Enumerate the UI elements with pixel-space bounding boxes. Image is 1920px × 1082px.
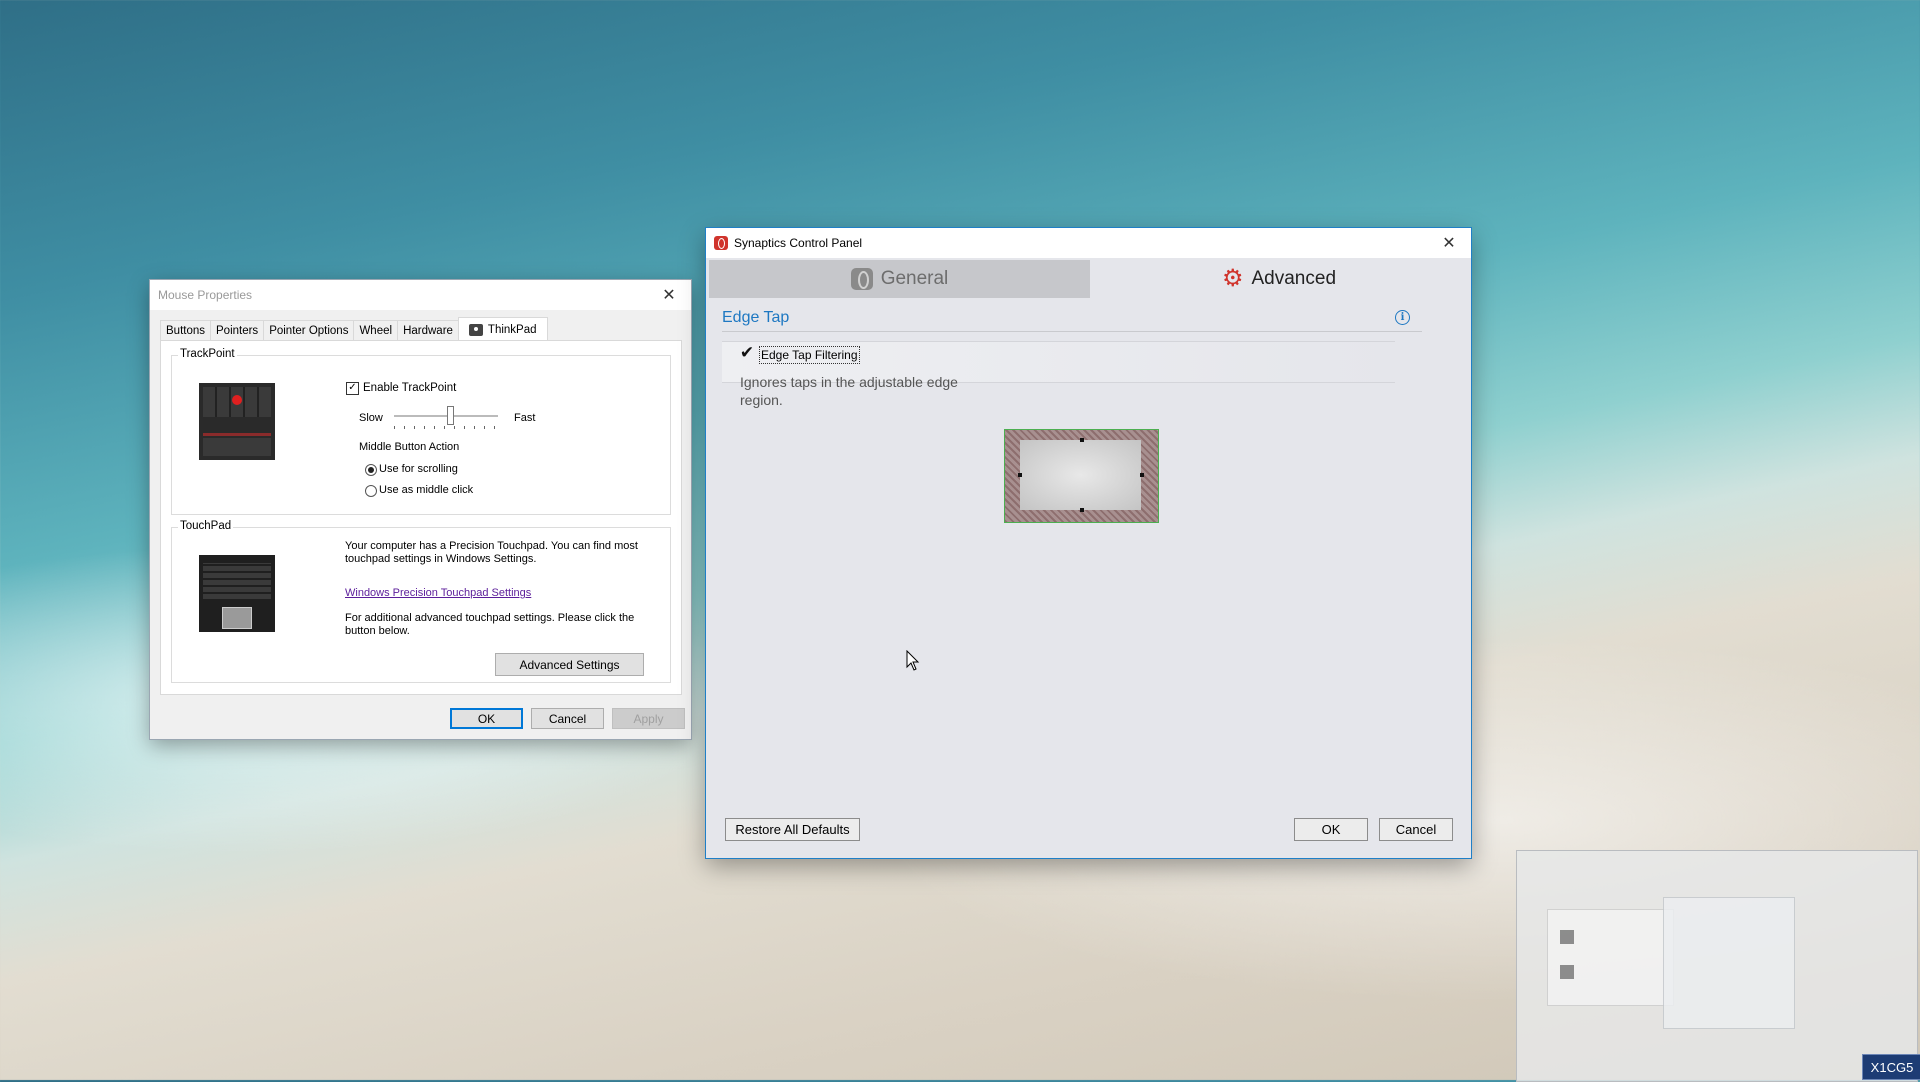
trackpoint-legend: TrackPoint [178, 348, 237, 360]
tab-hardware[interactable]: Hardware [397, 320, 459, 341]
edge-handle-left[interactable] [1018, 473, 1022, 477]
slow-label: Slow [359, 412, 383, 424]
enable-trackpoint-checkbox[interactable]: ✓ [346, 382, 359, 395]
tab-advanced-label: Advanced [1251, 268, 1337, 289]
synaptics-window-title: Synaptics Control Panel [734, 236, 863, 250]
preview-synaptics-window [1663, 897, 1795, 1029]
use-as-middle-click-radio[interactable] [365, 485, 377, 497]
tab-wheel[interactable]: Wheel [353, 320, 399, 341]
windows-precision-touchpad-settings-link[interactable]: Windows Precision Touchpad Settings [345, 587, 531, 599]
touchpad-area [1020, 440, 1141, 510]
mouse-apply-button[interactable]: Apply [612, 708, 685, 729]
machine-badge: X1CG5 [1862, 1054, 1920, 1080]
enable-trackpoint-label: Enable TrackPoint [363, 382, 457, 394]
tab-thinkpad-label: ThinkPad [487, 324, 537, 336]
synaptics-titlebar[interactable]: Synaptics Control Panel ✕ [706, 228, 1471, 258]
advanced-settings-button[interactable]: Advanced Settings [495, 653, 644, 676]
use-for-scrolling-radio[interactable] [365, 464, 377, 476]
synaptics-logo-icon [714, 236, 728, 250]
touchpad-group: TouchPad Your computer has a Precision T… [171, 520, 671, 683]
tab-general-label: General [880, 268, 949, 289]
touchpad-legend: TouchPad [178, 520, 234, 532]
touchpad-image [199, 555, 275, 632]
tab-pointer-options[interactable]: Pointer Options [263, 320, 355, 341]
tab-general[interactable]: General [709, 260, 1090, 298]
close-icon[interactable]: ✕ [647, 280, 691, 310]
speed-slider-thumb[interactable] [447, 406, 454, 425]
edge-handle-right[interactable] [1140, 473, 1144, 477]
mouse-cursor-icon [906, 650, 920, 671]
mouse-titlebar[interactable]: Mouse Properties ✕ [150, 280, 691, 310]
gear-icon: ⚙ [1221, 265, 1244, 292]
tab-advanced[interactable]: ⚙ Advanced [1090, 260, 1468, 298]
edge-handle-top[interactable] [1080, 438, 1084, 442]
fast-label: Fast [514, 412, 536, 424]
section-divider [722, 331, 1422, 332]
edge-tap-description: Ignores taps in the adjustable edge regi… [740, 374, 958, 408]
use-for-scrolling-label: Use for scrolling [379, 463, 458, 475]
edge-tap-filtering-checkbox[interactable]: ✔ [739, 344, 755, 361]
speed-slider[interactable] [394, 406, 498, 430]
edge-tap-filtering-label: Edge Tap Filtering [759, 346, 860, 364]
mouse-window-title: Mouse Properties [158, 288, 253, 302]
thinkpad-tab-icon [468, 324, 483, 336]
mouse-cancel-button[interactable]: Cancel [531, 708, 604, 729]
mouse-tab-strip: Buttons Pointers Pointer Options Wheel H… [160, 317, 548, 342]
window-preview-thumbnail[interactable] [1516, 850, 1918, 1082]
touchpad-description: Your computer has a Precision Touchpad. … [345, 540, 638, 565]
general-tab-icon [850, 268, 873, 290]
trackpoint-image [199, 383, 275, 460]
middle-button-action-label: Middle Button Action [359, 441, 460, 453]
edge-tap-section-title: Edge Tap [722, 309, 790, 326]
tab-thinkpad[interactable]: ThinkPad [457, 317, 548, 342]
restore-all-defaults-button[interactable]: Restore All Defaults [725, 818, 860, 841]
edge-region-preview[interactable] [1004, 429, 1159, 523]
edge-handle-bottom[interactable] [1080, 508, 1084, 512]
thinkpad-panel: TrackPoint ✓ Enable TrackPoint Slow Fast… [160, 340, 682, 695]
tab-buttons[interactable]: Buttons [160, 320, 211, 341]
trackpoint-group: TrackPoint ✓ Enable TrackPoint Slow Fast… [171, 348, 671, 515]
preview-mouse-window [1547, 909, 1674, 1006]
tab-pointers[interactable]: Pointers [210, 320, 265, 341]
use-as-middle-click-label: Use as middle click [379, 484, 474, 496]
close-icon[interactable]: ✕ [1427, 228, 1471, 258]
synaptics-control-panel-window: Synaptics Control Panel ✕ General ⚙ Adva… [706, 228, 1471, 858]
synaptics-cancel-button[interactable]: Cancel [1379, 818, 1453, 841]
advanced-settings-note: For additional advanced touchpad setting… [345, 612, 635, 637]
info-icon[interactable]: i [1395, 310, 1410, 325]
mouse-ok-button[interactable]: OK [450, 708, 523, 729]
mouse-properties-window: Mouse Properties ✕ Buttons Pointers Poin… [150, 280, 691, 739]
synaptics-ok-button[interactable]: OK [1294, 818, 1368, 841]
